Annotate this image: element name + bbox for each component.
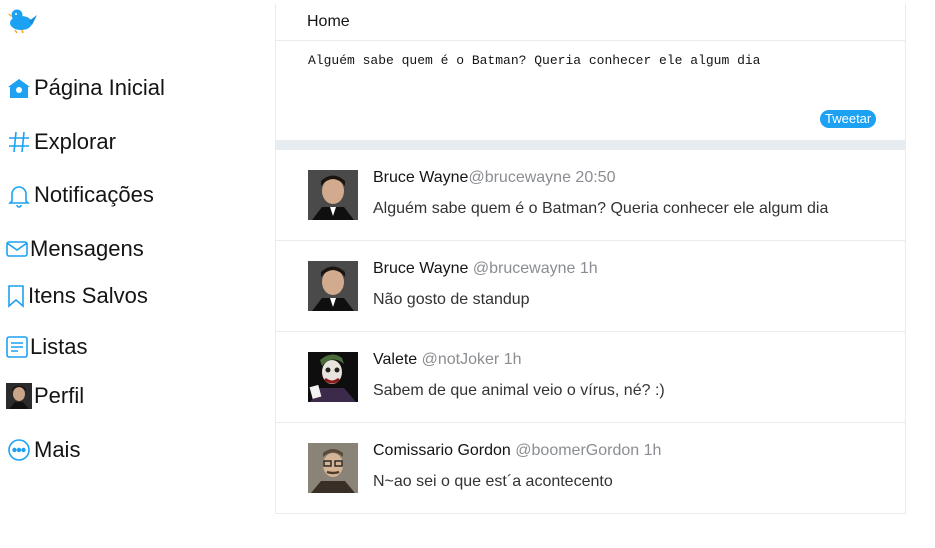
hashtag-icon bbox=[6, 129, 32, 155]
sidebar-item-notifications[interactable]: Notificações bbox=[6, 182, 154, 208]
feed-header: Home bbox=[276, 4, 905, 41]
tweet-time: 1h bbox=[643, 442, 662, 459]
tweet-time: 1h bbox=[503, 351, 522, 368]
tweet-author-handle[interactable]: @notJoker bbox=[422, 351, 500, 368]
tweet-time: 20:50 bbox=[575, 169, 616, 186]
sidebar-item-profile[interactable]: Perfil bbox=[6, 383, 84, 409]
sidebar-item-label: Mais bbox=[34, 437, 81, 462]
sidebar-item-messages[interactable]: Mensagens bbox=[6, 236, 144, 262]
tweet-input[interactable]: Alguém sabe quem é o Batman? Queria conh… bbox=[308, 53, 868, 83]
tweet-text: Não gosto de standup bbox=[373, 291, 530, 308]
sidebar-item-label: Explorar bbox=[34, 129, 116, 154]
tweet-author-name[interactable]: Bruce Wayne bbox=[373, 169, 468, 186]
tweet-author-handle[interactable]: @boomerGordon bbox=[515, 442, 639, 459]
sidebar-item-label: Página Inicial bbox=[34, 75, 165, 100]
tweet-text: Alguém sabe quem é o Batman? Queria conh… bbox=[373, 200, 829, 217]
sidebar-item-label: Listas bbox=[30, 334, 88, 359]
sidebar-item-label: Notificações bbox=[34, 182, 154, 207]
page-title: Home bbox=[307, 13, 350, 30]
sidebar-item-label: Itens Salvos bbox=[28, 283, 148, 308]
tweet-time: 1h bbox=[579, 260, 598, 277]
list-icon bbox=[6, 335, 28, 359]
tweet-author-name[interactable]: Valete bbox=[373, 351, 417, 368]
envelope-icon bbox=[6, 238, 28, 260]
tweet-composer: Alguém sabe quem é o Batman? Queria conh… bbox=[276, 41, 905, 140]
more-icon bbox=[6, 437, 32, 463]
tweet-text: N~ao sei o que est´a acontecento bbox=[373, 473, 613, 490]
sidebar-item-bookmarks[interactable]: Itens Salvos bbox=[6, 283, 148, 309]
profile-avatar bbox=[6, 383, 32, 409]
main-feed: Home Alguém sabe quem é o Batman? Queria… bbox=[275, 4, 906, 514]
sidebar-item-home[interactable]: Página Inicial bbox=[6, 75, 165, 101]
sidebar-item-lists[interactable]: Listas bbox=[6, 334, 87, 360]
tweet-author-handle[interactable]: @brucewayne bbox=[468, 169, 571, 186]
bird-logo-icon[interactable] bbox=[6, 6, 38, 34]
tweet-list: Bruce Wayne@brucewayne 20:50 Alguém sabe… bbox=[276, 150, 905, 514]
home-icon bbox=[6, 75, 32, 101]
avatar[interactable] bbox=[308, 261, 358, 311]
avatar[interactable] bbox=[308, 352, 358, 402]
bell-icon bbox=[6, 182, 32, 208]
tweet-header: Comissario Gordon @boomerGordon 1h bbox=[373, 442, 661, 460]
avatar[interactable] bbox=[308, 443, 358, 493]
sidebar-item-label: Mensagens bbox=[30, 236, 144, 261]
tweet-header: Bruce Wayne@brucewayne 20:50 bbox=[373, 169, 615, 187]
tweet-author-name[interactable]: Comissario Gordon bbox=[373, 442, 511, 459]
tweet-item[interactable]: Valete @notJoker 1h Sabem de que animal … bbox=[276, 332, 905, 423]
bookmark-icon bbox=[6, 283, 26, 309]
tweet-item[interactable]: Bruce Wayne @brucewayne 1h Não gosto de … bbox=[276, 241, 905, 332]
tweet-author-name[interactable]: Bruce Wayne bbox=[373, 260, 468, 277]
tweet-header: Valete @notJoker 1h bbox=[373, 351, 522, 369]
tweet-header: Bruce Wayne @brucewayne 1h bbox=[373, 260, 598, 278]
avatar[interactable] bbox=[308, 170, 358, 220]
sidebar-item-explore[interactable]: Explorar bbox=[6, 129, 116, 155]
tweet-author-handle[interactable]: @brucewayne bbox=[473, 260, 576, 277]
sidebar-item-more[interactable]: Mais bbox=[6, 437, 80, 463]
feed-divider bbox=[276, 140, 905, 150]
tweet-item[interactable]: Comissario Gordon @boomerGordon 1h N~ao … bbox=[276, 423, 905, 514]
tweet-text: Sabem de que animal veio o vírus, né? :) bbox=[373, 382, 665, 399]
tweet-button[interactable]: Tweetar bbox=[820, 110, 877, 128]
sidebar-item-label: Perfil bbox=[34, 383, 85, 408]
tweet-item[interactable]: Bruce Wayne@brucewayne 20:50 Alguém sabe… bbox=[276, 150, 905, 241]
